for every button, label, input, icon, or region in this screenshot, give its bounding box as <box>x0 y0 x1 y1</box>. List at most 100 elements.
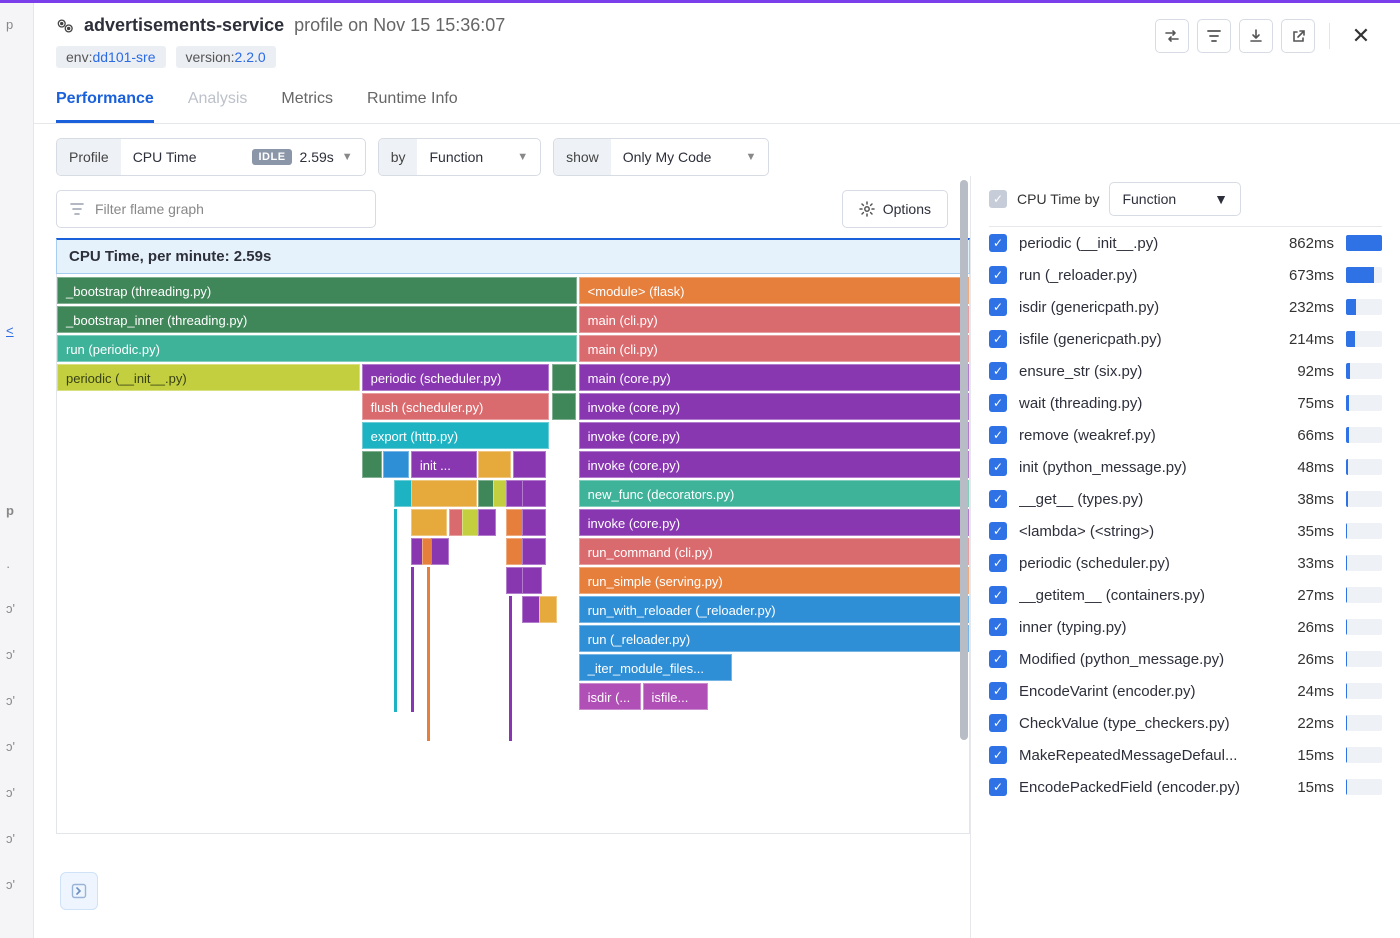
function-checkbox[interactable]: ✓ <box>989 714 1007 732</box>
function-row[interactable]: ✓__getitem__ (containers.py)27ms <box>989 579 1382 611</box>
function-row[interactable]: ✓Modified (python_message.py)26ms <box>989 643 1382 675</box>
flame-frame[interactable] <box>552 393 576 420</box>
function-checkbox[interactable]: ✓ <box>989 586 1007 604</box>
flame-frame[interactable]: _bootstrap_inner (threading.py) <box>57 306 577 333</box>
flame-frame[interactable]: isfile... <box>643 683 709 710</box>
flame-frame[interactable] <box>478 509 496 536</box>
function-checkbox[interactable]: ✓ <box>989 778 1007 796</box>
scrollbar[interactable] <box>956 180 970 938</box>
function-checkbox[interactable]: ✓ <box>989 394 1007 412</box>
flame-frame[interactable] <box>506 567 524 594</box>
flame-frame[interactable]: run_with_reloader (_reloader.py) <box>579 596 969 623</box>
by-selector[interactable]: by Function▼ <box>378 138 541 176</box>
flame-frame[interactable] <box>431 538 449 565</box>
flame-frame[interactable] <box>462 509 480 536</box>
function-checkbox[interactable]: ✓ <box>989 458 1007 476</box>
flame-frame[interactable] <box>522 480 546 507</box>
flame-frame[interactable] <box>394 480 412 507</box>
function-row[interactable]: ✓init (python_message.py)48ms <box>989 451 1382 483</box>
flame-frame[interactable] <box>552 364 576 391</box>
flame-frame[interactable] <box>411 509 447 536</box>
function-row[interactable]: ✓remove (weakref.py)66ms <box>989 419 1382 451</box>
function-row[interactable]: ✓periodic (scheduler.py)33ms <box>989 547 1382 579</box>
function-row[interactable]: ✓<lambda> (<string>)35ms <box>989 515 1382 547</box>
flame-frame[interactable]: run_command (cli.py) <box>579 538 969 565</box>
flame-frame[interactable]: new_func (decorators.py) <box>579 480 969 507</box>
flame-frame[interactable]: main (cli.py) <box>579 306 969 333</box>
flame-frame[interactable]: invoke (core.py) <box>579 422 969 449</box>
flame-frame[interactable] <box>506 509 524 536</box>
function-row[interactable]: ✓run (_reloader.py)673ms <box>989 259 1382 291</box>
function-row[interactable]: ✓MakeRepeatedMessageDefaul...15ms <box>989 739 1382 771</box>
function-row[interactable]: ✓EncodePackedField (encoder.py)15ms <box>989 771 1382 803</box>
flame-frame[interactable]: periodic (scheduler.py) <box>362 364 550 391</box>
flame-frame[interactable]: invoke (core.py) <box>579 509 969 536</box>
flame-frame[interactable]: invoke (core.py) <box>579 393 969 420</box>
options-button[interactable]: Options <box>842 190 948 228</box>
env-tag[interactable]: env:dd101-sre <box>56 46 166 68</box>
profile-selector[interactable]: Profile CPU Time IDLE 2.59s ▼ <box>56 138 366 176</box>
flame-graph[interactable]: _bootstrap (threading.py)<module> (flask… <box>56 274 970 834</box>
flame-frame[interactable]: _bootstrap (threading.py) <box>57 277 577 304</box>
flame-frame[interactable]: export (http.py) <box>362 422 550 449</box>
flame-frame[interactable]: init ... <box>411 451 477 478</box>
function-checkbox[interactable]: ✓ <box>989 266 1007 284</box>
flame-frame[interactable] <box>522 567 542 594</box>
flame-frame[interactable] <box>411 480 477 507</box>
flame-frame[interactable] <box>522 509 546 536</box>
function-row[interactable]: ✓EncodeVarint (encoder.py)24ms <box>989 675 1382 707</box>
tab-metrics[interactable]: Metrics <box>281 90 333 123</box>
flame-frame[interactable]: _iter_module_files... <box>579 654 732 681</box>
function-checkbox[interactable]: ✓ <box>989 234 1007 252</box>
version-tag[interactable]: version:2.2.0 <box>176 46 276 68</box>
flame-frame[interactable] <box>506 538 524 565</box>
flame-frame[interactable]: run (_reloader.py) <box>579 625 969 652</box>
flame-frame[interactable] <box>522 596 540 623</box>
function-checkbox[interactable]: ✓ <box>989 522 1007 540</box>
filter-lines-icon[interactable] <box>1197 19 1231 53</box>
function-row[interactable]: ✓ensure_str (six.py)92ms <box>989 355 1382 387</box>
scroll-thumb[interactable] <box>960 180 968 740</box>
flame-frame[interactable] <box>362 451 382 478</box>
function-row[interactable]: ✓wait (threading.py)75ms <box>989 387 1382 419</box>
flame-frame[interactable] <box>383 451 409 478</box>
function-row[interactable]: ✓CheckValue (type_checkers.py)22ms <box>989 707 1382 739</box>
flame-frame[interactable] <box>522 538 546 565</box>
flame-frame[interactable]: isdir (... <box>579 683 641 710</box>
function-checkbox[interactable]: ✓ <box>989 362 1007 380</box>
tab-runtime-info[interactable]: Runtime Info <box>367 90 458 123</box>
tab-analysis[interactable]: Analysis <box>188 90 248 123</box>
flame-frame[interactable] <box>513 451 546 478</box>
open-external-icon[interactable] <box>1281 19 1315 53</box>
function-checkbox[interactable]: ✓ <box>989 746 1007 764</box>
close-button[interactable]: ✕ <box>1344 19 1378 53</box>
flame-frame[interactable]: <module> (flask) <box>579 277 969 304</box>
flame-frame[interactable]: flush (scheduler.py) <box>362 393 550 420</box>
function-row[interactable]: ✓__get__ (types.py)38ms <box>989 483 1382 515</box>
flame-frame[interactable] <box>539 596 557 623</box>
tab-performance[interactable]: Performance <box>56 90 154 123</box>
function-checkbox[interactable]: ✓ <box>989 554 1007 572</box>
function-checkbox[interactable]: ✓ <box>989 490 1007 508</box>
function-row[interactable]: ✓periodic (__init__.py)862ms <box>989 227 1382 259</box>
flame-frame[interactable] <box>478 451 511 478</box>
download-icon[interactable] <box>1239 19 1273 53</box>
flame-frame[interactable]: run_simple (serving.py) <box>579 567 969 594</box>
show-selector[interactable]: show Only My Code▼ <box>553 138 769 176</box>
function-row[interactable]: ✓isfile (genericpath.py)214ms <box>989 323 1382 355</box>
function-checkbox[interactable]: ✓ <box>989 618 1007 636</box>
side-dropdown[interactable]: Function ▼ <box>1109 182 1241 216</box>
function-checkbox[interactable]: ✓ <box>989 330 1007 348</box>
flame-frame[interactable]: periodic (__init__.py) <box>57 364 360 391</box>
function-row[interactable]: ✓inner (typing.py)26ms <box>989 611 1382 643</box>
function-checkbox[interactable]: ✓ <box>989 298 1007 316</box>
function-row[interactable]: ✓isdir (genericpath.py)232ms <box>989 291 1382 323</box>
flame-frame[interactable]: main (cli.py) <box>579 335 969 362</box>
function-checkbox[interactable]: ✓ <box>989 682 1007 700</box>
flame-frame[interactable] <box>506 480 524 507</box>
flame-frame[interactable]: run (periodic.py) <box>57 335 577 362</box>
function-checkbox[interactable]: ✓ <box>989 650 1007 668</box>
flame-frame[interactable]: invoke (core.py) <box>579 451 969 478</box>
flame-filter-input[interactable]: Filter flame graph <box>56 190 376 228</box>
expand-button[interactable] <box>60 872 98 910</box>
